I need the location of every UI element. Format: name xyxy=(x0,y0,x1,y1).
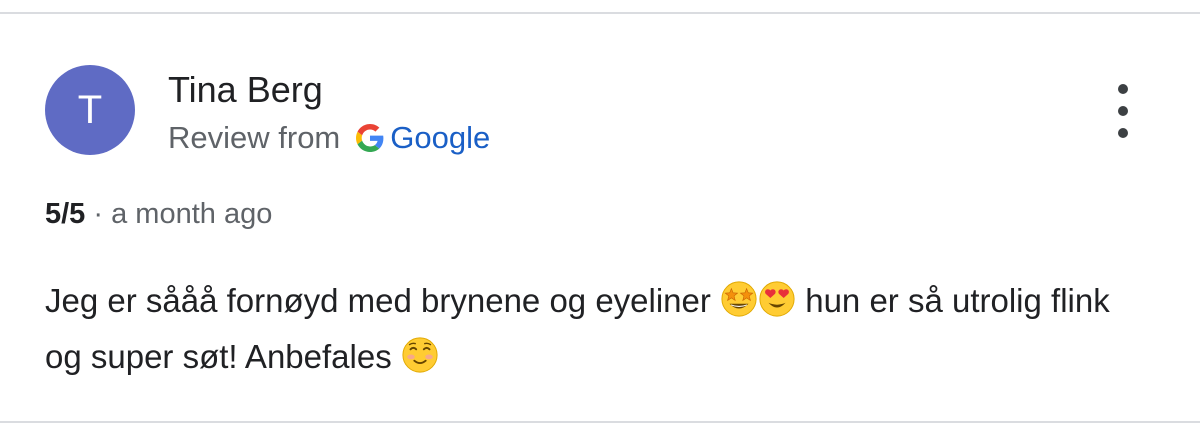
smiling-blush-emoji xyxy=(402,337,438,373)
avatar[interactable]: T xyxy=(45,65,135,155)
meta-separator: · xyxy=(85,198,112,230)
google-g-logo-icon xyxy=(356,124,384,152)
time-ago: a month ago xyxy=(111,198,273,230)
source-name[interactable]: Google xyxy=(390,118,490,158)
rating: 5/5 xyxy=(45,198,86,230)
review-source: Review from Google xyxy=(168,118,490,158)
source-prefix: Review from xyxy=(168,120,341,155)
review-text-part1: Jeg er sååå fornøyd med brynene og eyeli… xyxy=(45,282,721,319)
author-name[interactable]: Tina Berg xyxy=(168,70,323,110)
review-meta: 5/5 · a month ago xyxy=(45,194,272,234)
star-struck-emoji xyxy=(721,281,757,317)
more-options-button[interactable] xyxy=(1103,84,1143,138)
more-vertical-icon-dot xyxy=(1118,84,1128,94)
more-vertical-icon-dot xyxy=(1118,128,1128,138)
bottom-divider xyxy=(0,421,1200,423)
heart-eyes-emoji xyxy=(759,281,795,317)
top-divider xyxy=(0,12,1200,14)
review-text: Jeg er sååå fornøyd med brynene og eyeli… xyxy=(45,273,1155,385)
avatar-letter: T xyxy=(77,87,103,132)
more-vertical-icon-dot xyxy=(1118,106,1128,116)
